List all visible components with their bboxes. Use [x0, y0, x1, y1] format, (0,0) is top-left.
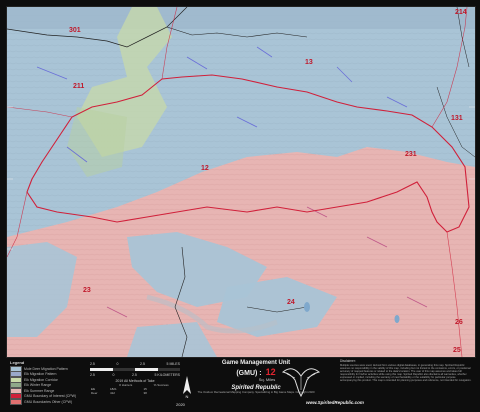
gmu-label-12: 12 — [201, 165, 209, 172]
gmu-label-231: 231 — [405, 151, 417, 158]
north-arrow-icon: N — [182, 376, 192, 403]
legend-item: Elk Summer Range — [10, 387, 90, 394]
gmu-label-13: 13 — [305, 59, 313, 66]
map-canvas — [7, 7, 475, 357]
legend-item: GMU Boundary of Interest (CPW) — [10, 393, 90, 399]
gmu-label-25: 25 — [453, 347, 461, 354]
gmu-label-214: 214 — [455, 9, 467, 16]
gmu-label-211: 211 — [73, 83, 85, 90]
gmu-value: 12 — [265, 367, 276, 377]
legend-item: Elk Winter Range — [10, 382, 90, 388]
map-area[interactable]: 301 211 13 131 12 231 23 24 26 25 214 — [6, 6, 476, 358]
website-link[interactable]: www.SpiritedRepublic.com — [306, 400, 364, 405]
harvest-stats-table: # Hunters% Success Elk 1821 15 Deer 412 38 — [90, 383, 180, 395]
legend-title: Legend — [10, 360, 25, 365]
legend-item: GMU Boundaries Other (CPW) — [10, 398, 90, 405]
svg-text:N: N — [186, 394, 189, 398]
map-year: 2020 — [176, 402, 185, 407]
eagle-logo-icon — [281, 362, 321, 403]
map-footer: Legend Mule Deer Migration Pattern Elk M… — [6, 358, 474, 408]
lake — [304, 302, 310, 312]
gmu-label-23: 23 — [83, 287, 91, 294]
disclaimer: Disclaimer: Multiple sources were used, … — [340, 359, 472, 382]
gmu-label-26: 26 — [455, 319, 463, 326]
legend: Legend Mule Deer Migration Pattern Elk M… — [10, 360, 90, 405]
table-row: Deer 412 38 — [91, 391, 147, 395]
gmu-label-131: 131 — [451, 115, 463, 122]
legend-item: Mule Deer Migration Pattern — [10, 365, 90, 372]
scale-bar: 2.5 0 2.5 5 MILES 2.5 0 2.5 5 KILOMETERS 2019 … — [90, 362, 180, 395]
legend-item: Elk Migration Corridor — [10, 376, 90, 383]
legend-item: Elk Migration Pattern — [10, 371, 90, 377]
gmu-label-301: 301 — [69, 27, 81, 34]
gmu-label-24: 24 — [287, 299, 295, 306]
